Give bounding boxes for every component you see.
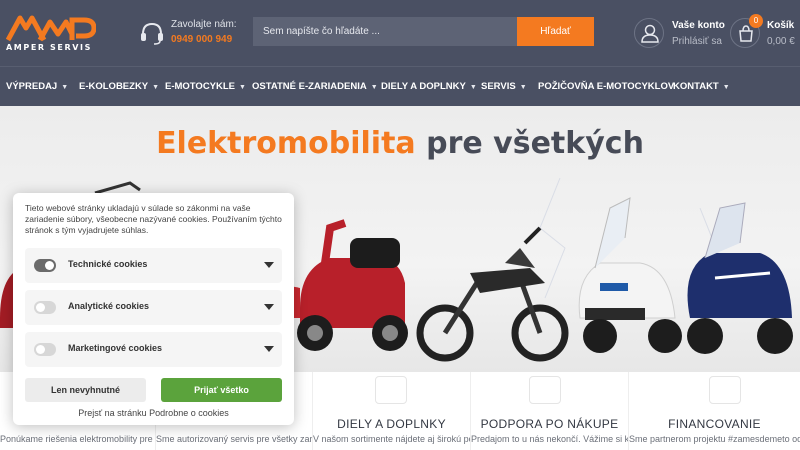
caret-down-icon[interactable] [264,346,274,352]
user-icon[interactable] [634,18,664,48]
analytics-cookies-toggle[interactable] [34,301,56,314]
marketing-cookies-toggle[interactable] [34,343,56,356]
finance-icon [709,376,741,404]
nav-item-vypredaj[interactable]: VÝPREDAJ ▼ [6,67,68,107]
phone-number[interactable]: 0949 000 949 [171,34,232,45]
account-title[interactable]: Vaše konto [672,20,725,31]
cookie-row-technical[interactable]: Technické cookies [25,248,282,283]
dirt-bike [416,226,569,362]
feature-title: PODPORA PO NÁKUPE [480,417,619,431]
cookie-details-link-row: Prejsť na stránku Podrobne o cookies [78,408,229,418]
nav-item-kontakt[interactable]: KONTAKT ▼ [673,67,730,107]
feature-text: V našom sortimente nájdete aj širokú pon… [313,434,470,444]
cookie-text: Tieto webové stránky ukladajú v súlade s… [25,203,282,235]
feature-title: DIELY A DOPLNKY [337,417,446,431]
site-header: AMPER SERVIS Zavolajte nám: 0949 000 949… [0,0,800,66]
cart-total: 0,00 € [767,36,795,47]
cart-title[interactable]: Košík [767,20,794,31]
technical-cookies-toggle[interactable] [34,259,56,272]
necessary-only-button[interactable]: Len nevyhnutné [25,378,146,402]
cookie-consent-dialog: Tieto webové stránky ukladajú v súlade s… [13,193,294,425]
parts-icon [375,376,407,404]
feature-title: FINANCOVANIE [668,417,761,431]
cookie-row-label: Marketingové cookies [68,343,163,353]
cookie-row-analytics[interactable]: Analytické cookies [25,290,282,325]
chevron-down-icon: ▼ [519,84,527,91]
search-button[interactable]: Hľadať [517,17,594,46]
cookie-row-label: Technické cookies [68,259,148,269]
white-scooter [578,197,682,353]
phone-label: Zavolajte nám: [171,19,237,30]
logo-text: AMPER SERVIS [6,43,92,52]
cart-count-badge: 0 [749,14,763,28]
blue-scooter [687,202,793,354]
nav-item-servis[interactable]: SERVIS ▼ [481,67,527,107]
chevron-down-icon: ▼ [239,84,246,91]
search-input[interactable] [253,17,518,46]
cookie-row-marketing[interactable]: Marketingové cookies [25,332,282,367]
feature-text: Ponúkame riešenia elektromobility pre vš… [0,434,155,444]
nav-item-e-motocykle[interactable]: E-MOTOCYKLE ▼ [165,67,246,107]
logo-mark-icon [6,15,96,42]
nav-item-ostatne[interactable]: OSTATNÉ E-ZARIADENIA ▼ [252,67,378,107]
chevron-down-icon: ▼ [469,84,477,91]
login-link[interactable]: Prihlásiť sa [672,36,722,47]
nav-item-diely[interactable]: DIELY A DOPLNKY ▼ [381,67,477,107]
cookie-details-link[interactable]: Podrobne o cookies [149,408,229,418]
cookie-row-label: Analytické cookies [68,301,150,311]
caret-down-icon[interactable] [264,304,274,310]
feature-text: Predajom to u nás nekončí. Vážime si kaž… [471,434,628,444]
feature-card[interactable]: FINANCOVANIE Sme partnerom projektu #zam… [628,372,800,450]
feature-text: Sme autorizovaný servis pre všetky zaria… [156,434,312,444]
logo[interactable]: AMPER SERVIS [6,14,96,54]
chevron-down-icon: ▼ [370,84,378,91]
chevron-down-icon: ▼ [61,84,69,91]
feature-card[interactable]: DIELY A DOPLNKY V našom sortimente nájde… [312,372,470,450]
hero-title: Elektromobilita pre všetkých [156,126,644,161]
accept-all-button[interactable]: Prijať všetko [161,378,282,402]
support-icon [529,376,561,404]
headset-icon [141,22,163,45]
feature-text: Sme partnerom projektu #zamesdemeto od T… [629,434,800,444]
caret-down-icon[interactable] [264,262,274,268]
nav-item-e-kolobezky[interactable]: E-KOLOBEZKY ▼ [79,67,159,107]
feature-card[interactable]: PODPORA PO NÁKUPE Predajom to u nás neko… [470,372,628,450]
chevron-down-icon: ▼ [152,84,160,91]
nav-item-pozicovna[interactable]: POŽIČOVŇA E-MOTOCYKLOV [538,67,674,107]
main-nav: VÝPREDAJ ▼ E-KOLOBEZKY ▼ E-MOTOCYKLE ▼ OSTA… [0,66,800,106]
chevron-down-icon: ▼ [722,84,730,91]
